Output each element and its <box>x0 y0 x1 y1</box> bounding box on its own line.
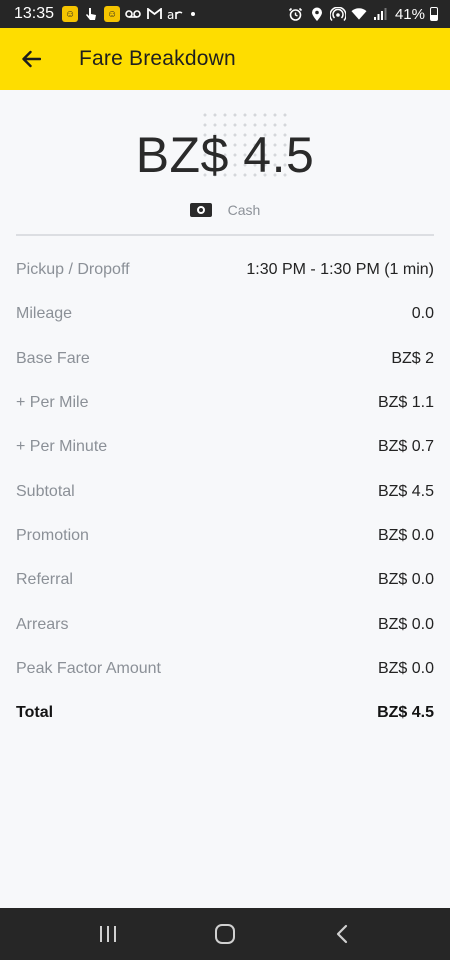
fare-value: 0.0 <box>411 305 434 323</box>
fare-row-per-minute: + Per Minute BZ$ 0.7 <box>16 425 434 469</box>
battery-percentage: 41% <box>394 5 425 23</box>
status-bar: 13:35 ☺ ☺ a 41% <box>0 0 450 28</box>
divider <box>16 234 434 236</box>
fare-row-subtotal: Subtotal BZ$ 4.5 <box>16 469 434 513</box>
fare-summary: BZ$ 4.5 Cash <box>0 90 450 235</box>
fare-value: BZ$ 1.1 <box>377 394 434 412</box>
fare-label: Peak Factor Amount <box>16 659 161 677</box>
fare-label: + Per Minute <box>16 438 108 456</box>
fare-row-mileage: Mileage 0.0 <box>16 292 434 336</box>
fare-label: Total <box>16 704 54 722</box>
svg-text:a: a <box>167 8 174 20</box>
fare-row-per-mile: + Per Mile BZ$ 1.1 <box>16 381 434 425</box>
fare-label: Base Fare <box>16 349 90 367</box>
touch-icon <box>83 6 99 22</box>
arrow-left-icon <box>22 50 41 68</box>
payment-method-label: Cash <box>227 202 261 218</box>
hotspot-icon <box>329 6 346 22</box>
home-button[interactable] <box>195 908 255 960</box>
app-notification-icon: ☺ <box>104 6 121 22</box>
fare-row-arrears: Arrears BZ$ 0.0 <box>16 602 434 646</box>
status-time: 13:35 <box>14 5 55 22</box>
airtel-icon: a <box>167 6 183 22</box>
app-notification-icon: ☺ <box>62 6 79 22</box>
page-title: Fare Breakdown <box>79 47 236 70</box>
dot-icon <box>191 12 196 16</box>
fare-row-referral: Referral BZ$ 0.0 <box>16 558 434 602</box>
fare-value: BZ$ 0.0 <box>377 526 434 544</box>
fare-value: BZ$ 2 <box>391 349 434 367</box>
recent-apps-icon <box>100 926 117 942</box>
wifi-icon <box>351 6 367 22</box>
cash-icon <box>189 203 212 217</box>
fare-value: BZ$ 4.5 <box>377 704 434 722</box>
fare-label: Promotion <box>16 526 89 544</box>
app-bar: Fare Breakdown <box>0 28 450 90</box>
fare-value: BZ$ 4.5 <box>377 482 434 500</box>
home-icon <box>214 924 235 944</box>
location-icon <box>309 6 325 22</box>
voicemail-icon <box>125 6 141 22</box>
navigation-bar <box>0 908 450 960</box>
gmail-icon <box>146 6 162 22</box>
fare-row-promotion: Promotion BZ$ 0.0 <box>16 514 434 558</box>
payment-method: Cash <box>0 202 450 218</box>
alarm-icon <box>288 6 304 22</box>
back-icon <box>336 924 347 944</box>
fare-row-pickup-dropoff: Pickup / Dropoff 1:30 PM - 1:30 PM (1 mi… <box>16 248 434 292</box>
fare-label: Pickup / Dropoff <box>16 261 130 279</box>
fare-label: + Per Mile <box>16 394 89 412</box>
fare-row-total: Total BZ$ 4.5 <box>16 691 434 735</box>
fare-value: BZ$ 0.0 <box>377 615 434 633</box>
fare-value: 1:30 PM - 1:30 PM (1 min) <box>246 261 434 279</box>
battery-icon <box>430 7 438 21</box>
fare-value: BZ$ 0.7 <box>377 438 434 456</box>
recent-apps-button[interactable] <box>78 908 138 960</box>
back-button[interactable] <box>0 28 62 90</box>
fare-label: Subtotal <box>16 482 75 500</box>
fare-label: Referral <box>16 571 73 589</box>
fare-label: Mileage <box>16 305 73 323</box>
fare-list: Pickup / Dropoff 1:30 PM - 1:30 PM (1 mi… <box>16 248 434 735</box>
nav-back-button[interactable] <box>312 908 372 960</box>
fare-value: BZ$ 0.0 <box>377 659 434 677</box>
total-amount: BZ$ 4.5 <box>135 127 315 183</box>
fare-row-base-fare: Base Fare BZ$ 2 <box>16 337 434 381</box>
fare-label: Arrears <box>16 615 69 633</box>
fare-value: BZ$ 0.0 <box>377 571 434 589</box>
signal-icon <box>372 6 388 22</box>
fare-row-peak-factor: Peak Factor Amount BZ$ 0.0 <box>16 647 434 691</box>
